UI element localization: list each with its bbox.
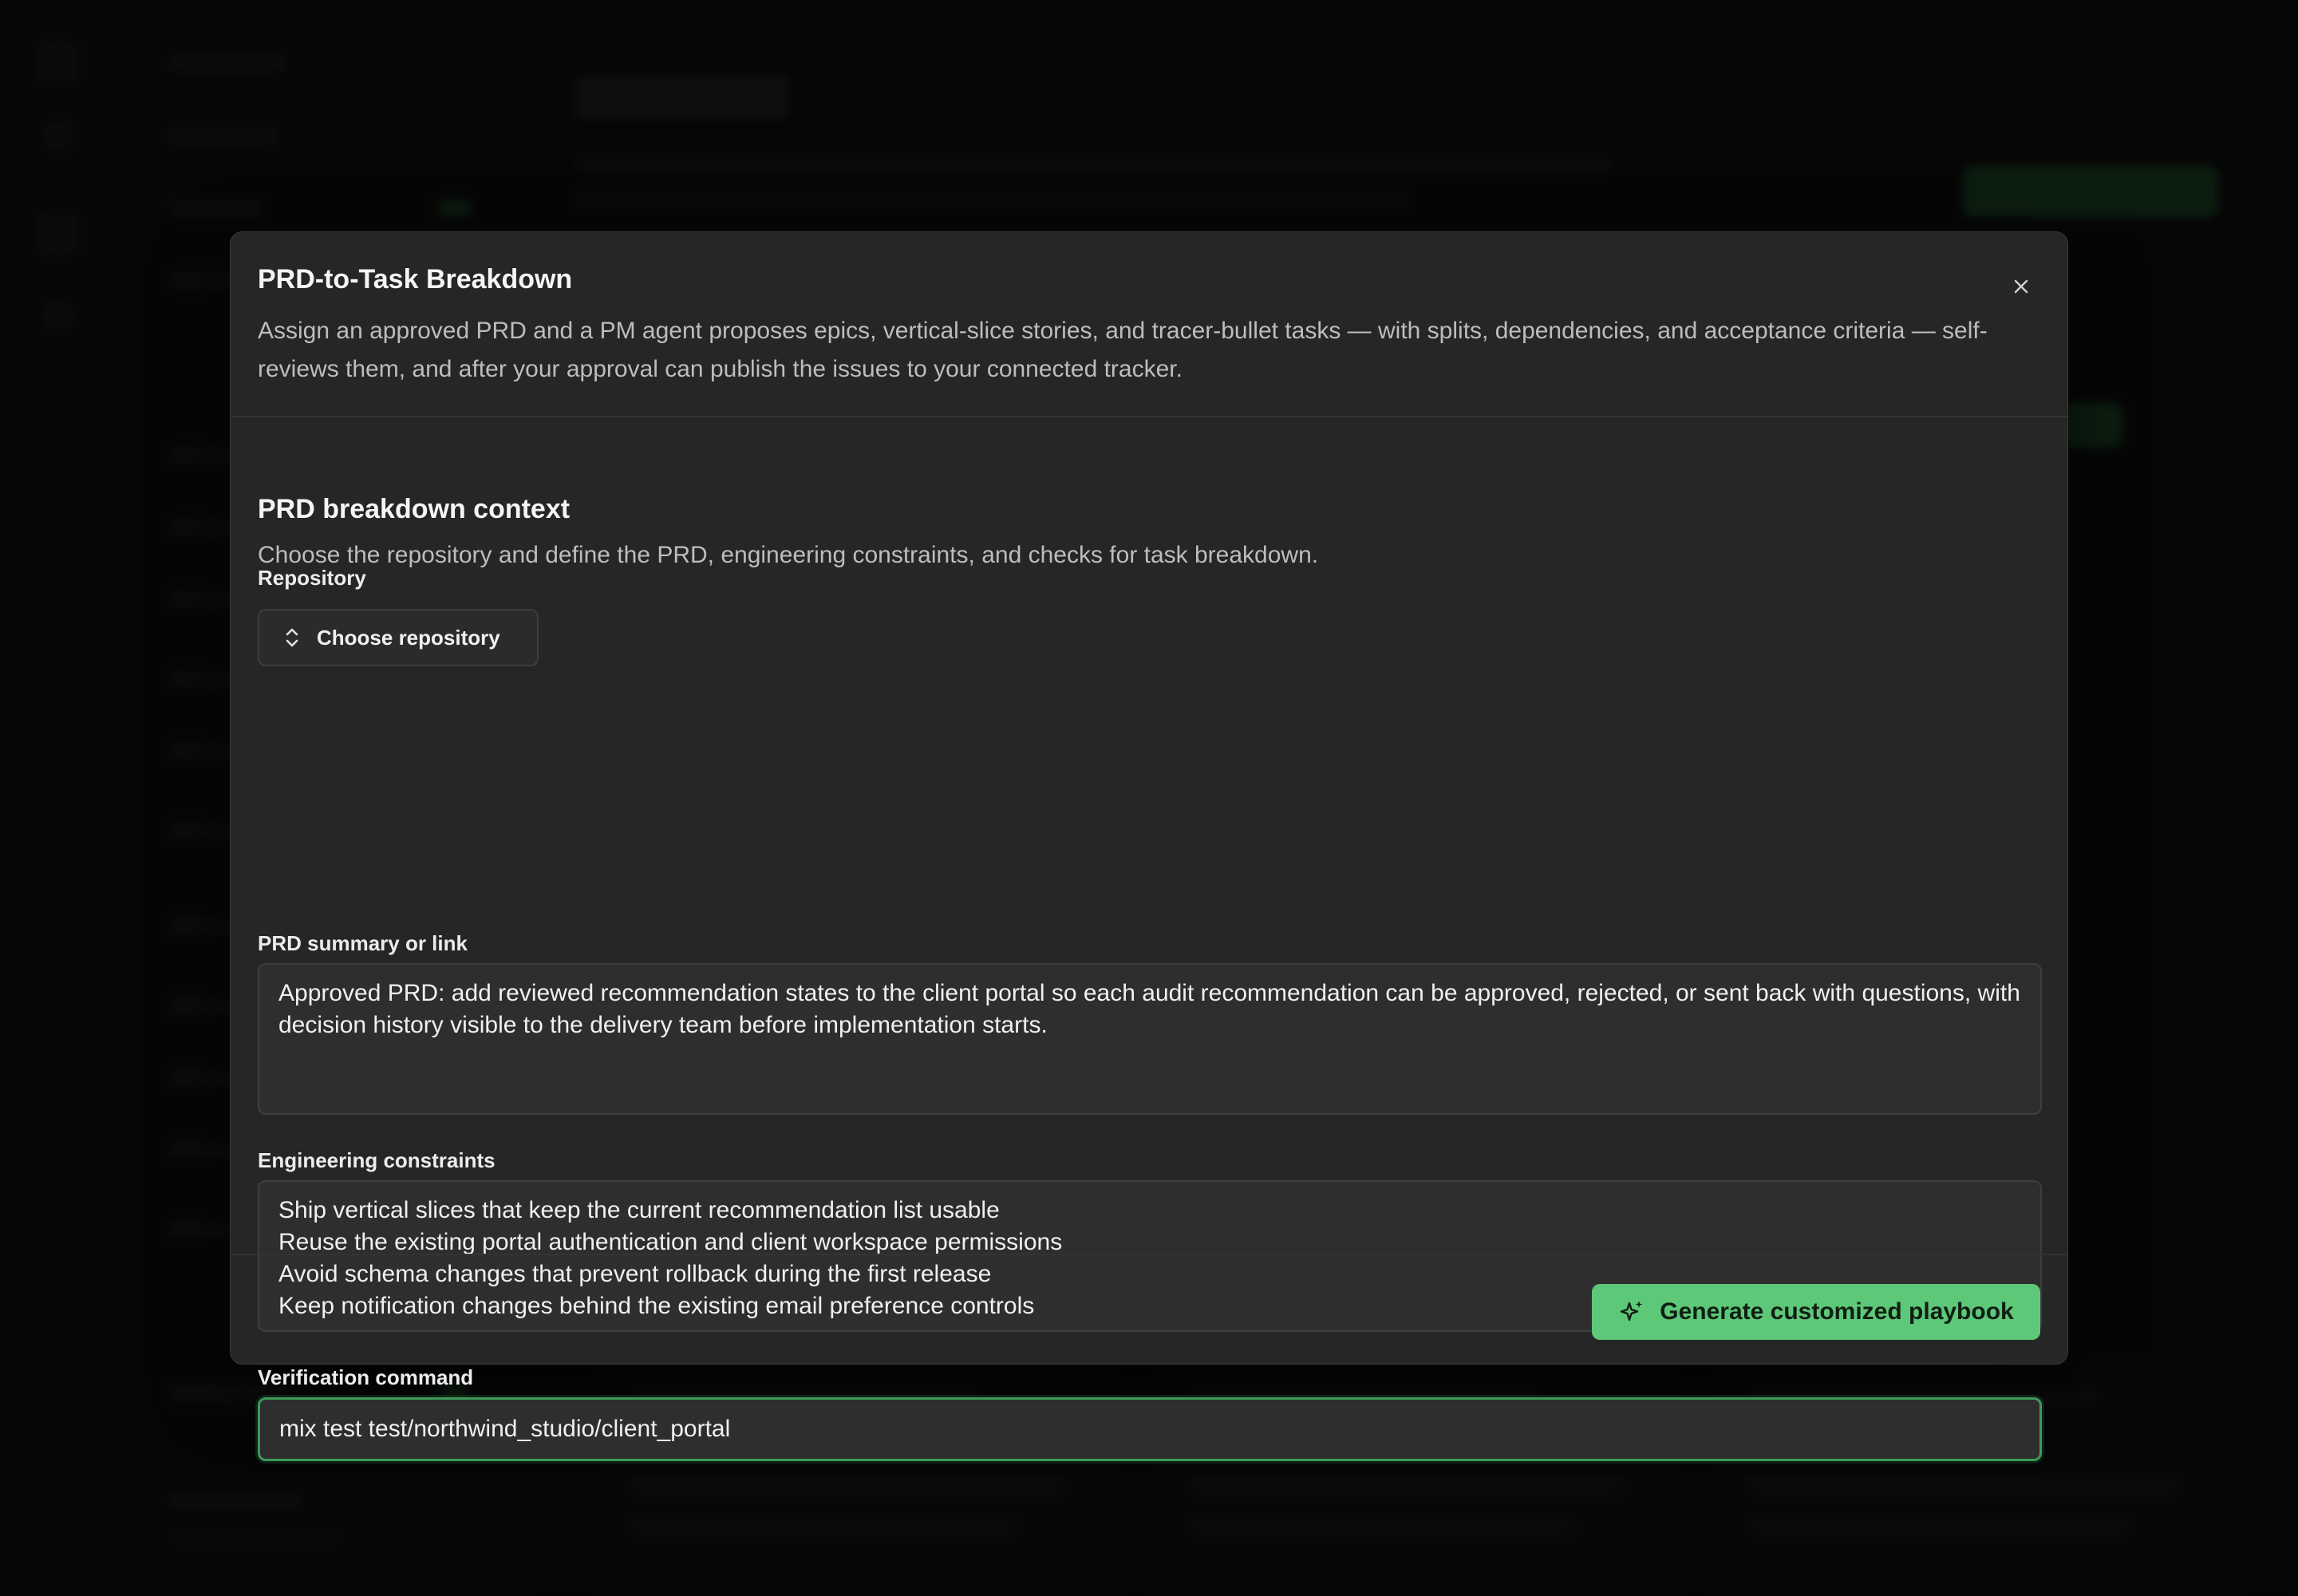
verification-command-label: Verification command bbox=[258, 1365, 474, 1389]
dialog-title: PRD-to-Task Breakdown bbox=[258, 264, 573, 294]
generate-playbook-label: Generate customized playbook bbox=[1660, 1298, 2014, 1325]
choose-repository-label: Choose repository bbox=[317, 625, 500, 650]
repository-label: Repository bbox=[258, 566, 366, 590]
prd-summary-textarea[interactable]: Approved PRD: add reviewed recommendatio… bbox=[258, 963, 2042, 1115]
prd-breakdown-dialog: PRD-to-Task Breakdown Assign an approved… bbox=[230, 231, 2068, 1461]
close-button[interactable] bbox=[2002, 267, 2040, 306]
close-icon bbox=[2014, 279, 2028, 294]
choose-repository-button[interactable]: Choose repository bbox=[258, 609, 539, 666]
section-title: PRD breakdown context bbox=[258, 494, 571, 524]
sparkles-icon bbox=[1621, 1301, 1643, 1321]
dialog-header: PRD-to-Task Breakdown Assign an approved… bbox=[231, 232, 2067, 417]
prd-summary-label: PRD summary or link bbox=[258, 931, 468, 955]
dialog-description: Assign an approved PRD and a PM agent pr… bbox=[258, 318, 1988, 382]
chevron-up-down-icon bbox=[286, 628, 298, 647]
generate-playbook-button[interactable]: Generate customized playbook bbox=[1592, 1284, 2040, 1340]
section-description: Choose the repository and define the PRD… bbox=[258, 542, 1319, 568]
verification-command-input[interactable]: mix test test/northwind_studio/client_po… bbox=[258, 1397, 2042, 1461]
engineering-constraints-label: Engineering constraints bbox=[258, 1148, 496, 1172]
dialog-footer: Generate customized playbook bbox=[231, 1254, 2067, 1365]
